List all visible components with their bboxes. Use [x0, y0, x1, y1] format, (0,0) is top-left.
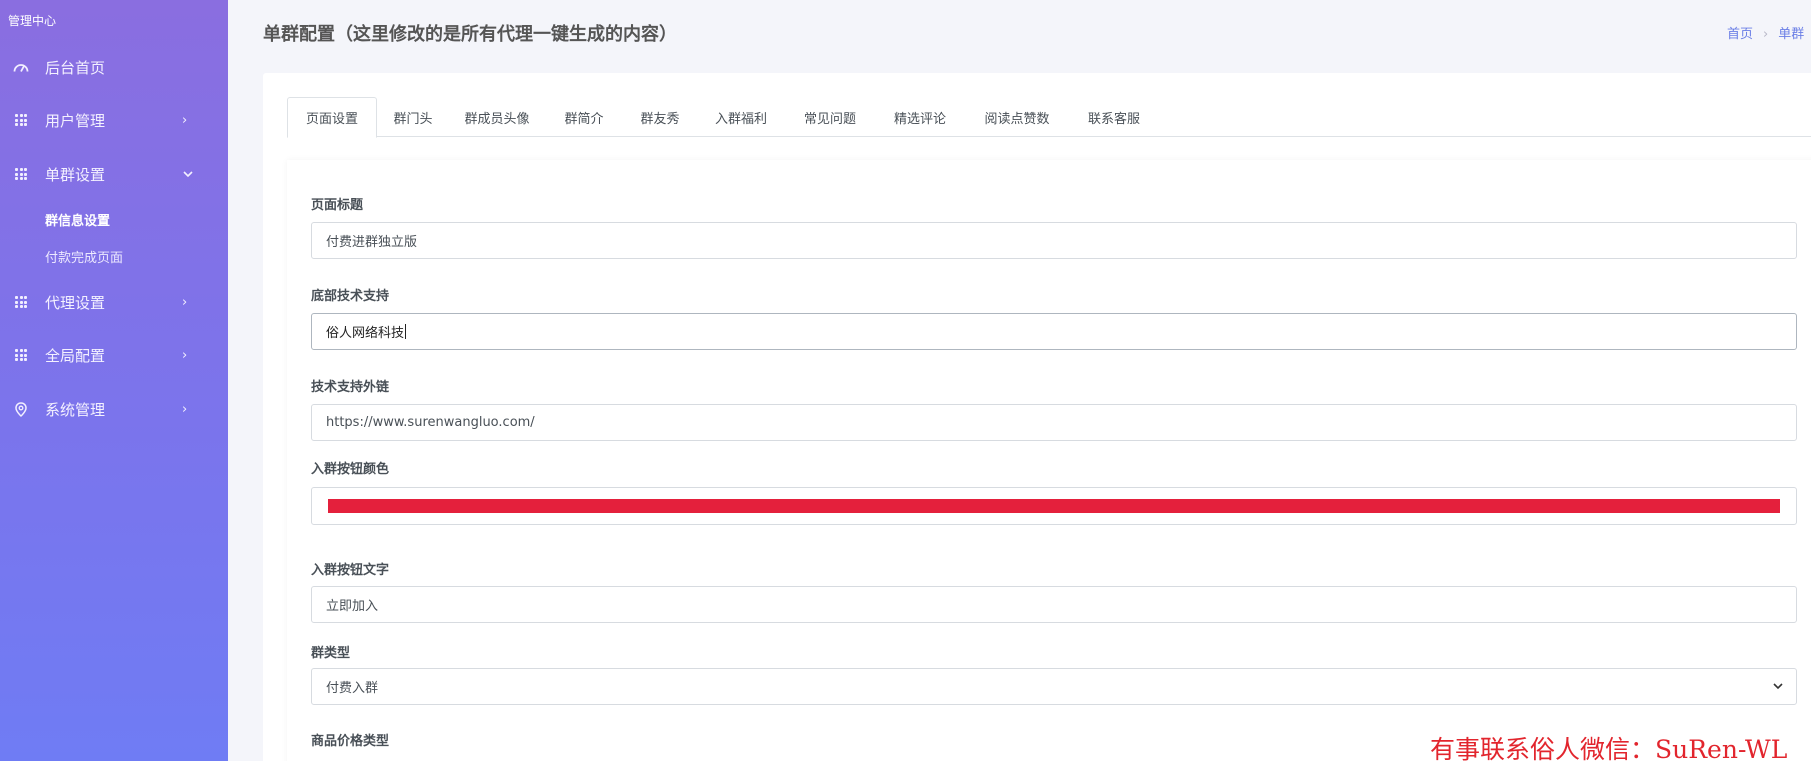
button-color-input[interactable]	[311, 487, 1797, 525]
support-link-label: 技术支持外链	[311, 380, 390, 395]
grid-icon	[13, 112, 29, 128]
tab-reads-likes[interactable]: 阅读点赞数	[965, 97, 1069, 137]
breadcrumb-current-link[interactable]: 单群	[1778, 27, 1804, 42]
group-type-label: 群类型	[311, 646, 351, 661]
tab-member-showcase[interactable]: 群友秀	[623, 97, 697, 137]
tab-contact-support[interactable]: 联系客服	[1069, 97, 1159, 137]
chevron-right-icon: ›	[182, 294, 188, 310]
sidebar-item-label: 全局配置	[45, 346, 106, 365]
breadcrumb-home-link[interactable]: 首页	[1727, 27, 1753, 42]
sidebar-item-user-management[interactable]: 用户管理 ›	[0, 100, 228, 140]
tab-featured-comments[interactable]: 精选评论	[875, 97, 965, 137]
chevron-down-icon	[182, 167, 194, 182]
sidebar-item-system-management[interactable]: 系统管理 ›	[0, 389, 228, 429]
footer-support-label: 底部技术支持	[311, 289, 390, 304]
tab-page-settings[interactable]: 页面设置	[287, 97, 377, 138]
sidebar-item-dashboard[interactable]: 后台首页	[0, 47, 228, 87]
footer-support-value: 俗人网络科技	[326, 326, 405, 341]
sidebar-item-label: 系统管理	[45, 400, 106, 419]
chevron-right-icon: ›	[182, 112, 188, 128]
chevron-down-icon	[1772, 679, 1784, 693]
tab-join-benefits[interactable]: 入群福利	[697, 97, 785, 137]
tab-bar: 页面设置 群门头 群成员头像 群简介 群友秀 入群福利 常见问题 精选评论 阅读…	[287, 97, 1811, 138]
sidebar-subitem-group-info[interactable]: 群信息设置	[45, 210, 110, 229]
location-pin-icon	[13, 401, 29, 417]
sidebar-item-global-config[interactable]: 全局配置 ›	[0, 335, 228, 375]
sidebar-item-label: 用户管理	[45, 111, 106, 130]
grid-icon	[13, 166, 29, 182]
button-color-swatch	[328, 499, 1780, 513]
support-link-value: https://www.surenwangluo.com/	[326, 415, 535, 430]
gauge-icon	[13, 59, 29, 75]
button-color-label: 入群按钮颜色	[311, 462, 390, 477]
watermark: 有事联系俗人微信：SuRen-WL	[1430, 735, 1788, 761]
tab-group-intro[interactable]: 群简介	[545, 97, 623, 137]
grid-icon	[13, 347, 29, 363]
group-type-value: 付费入群	[326, 681, 379, 696]
brand-title: 管理中心	[8, 14, 57, 28]
button-text-label: 入群按钮文字	[311, 563, 390, 578]
tab-member-avatars[interactable]: 群成员头像	[449, 97, 545, 137]
sidebar-item-label: 后台首页	[45, 58, 106, 77]
tab-group-header[interactable]: 群门头	[377, 97, 449, 137]
chevron-right-icon: ›	[182, 401, 188, 417]
breadcrumb: 首页 › 单群	[1727, 23, 1804, 42]
grid-icon	[13, 294, 29, 310]
button-text-value: 立即加入	[326, 599, 379, 614]
price-type-label: 商品价格类型	[311, 734, 390, 749]
text-caret	[405, 324, 407, 339]
page-title-label: 页面标题	[311, 198, 364, 213]
tab-faq[interactable]: 常见问题	[785, 97, 875, 137]
button-text-input[interactable]: 立即加入	[311, 586, 1797, 623]
group-type-select[interactable]: 付费入群	[311, 668, 1797, 705]
page-title-input[interactable]: 付费进群独立版	[311, 222, 1797, 259]
footer-support-input[interactable]: 俗人网络科技	[311, 313, 1797, 350]
sidebar-item-single-group-settings[interactable]: 单群设置	[0, 154, 228, 194]
chevron-right-icon: ›	[182, 347, 188, 363]
sidebar-subitem-payment-complete[interactable]: 付款完成页面	[45, 247, 123, 266]
breadcrumb-separator: ›	[1763, 27, 1769, 42]
sidebar: 管理中心 后台首页 用户管理 › 单群设置 群信息设置 付款完成页面 代理设置 …	[0, 0, 228, 761]
sidebar-item-label: 代理设置	[45, 293, 106, 312]
page-title: 单群配置（这里修改的是所有代理一键生成的内容）	[263, 24, 677, 45]
sidebar-item-label: 单群设置	[45, 165, 106, 184]
support-link-input[interactable]: https://www.surenwangluo.com/	[311, 404, 1797, 441]
page-title-value: 付费进群独立版	[326, 235, 418, 250]
sidebar-item-agent-settings[interactable]: 代理设置 ›	[0, 282, 228, 322]
